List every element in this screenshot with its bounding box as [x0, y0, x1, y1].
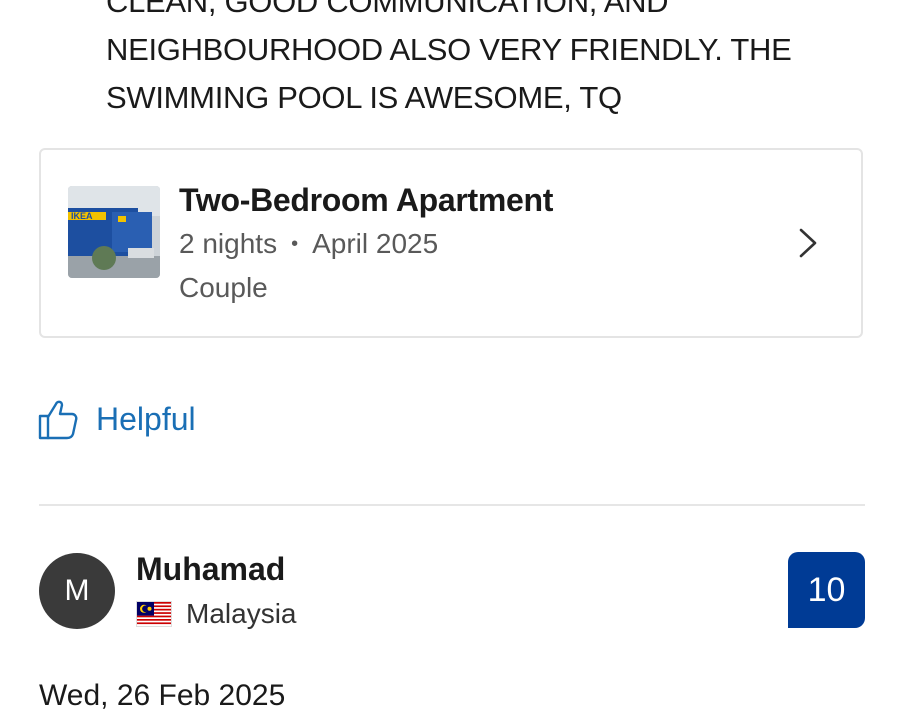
traveler-type: Couple	[179, 272, 268, 303]
review-text-line: SWIMMING POOL IS AWESOME, TQ	[106, 80, 622, 115]
stay-month: April 2025	[312, 228, 439, 259]
property-photo: IKEA	[68, 186, 160, 278]
reviewer-country: Malaysia	[136, 596, 296, 632]
meta-separator: •	[291, 233, 299, 255]
stay-info: Two-Bedroom Apartment 2 nights • April 202…	[179, 180, 553, 306]
stay-details-card[interactable]: IKEA Two-Bedroom Apartment 2 nights • Apri…	[39, 148, 863, 338]
stay-meta: 2 nights • April 2025	[179, 226, 553, 262]
malaysia-flag-icon	[136, 601, 172, 627]
review-date: Wed, 26 Feb 2025	[39, 679, 286, 712]
avatar: M	[39, 553, 115, 629]
score-badge: 10	[788, 552, 865, 628]
nights-count: 2 nights	[179, 228, 278, 259]
avatar-initial: M	[64, 574, 90, 607]
helpful-label: Helpful	[96, 401, 196, 437]
review-text-line: NEIGHBOURHOOD ALSO VERY FRIENDLY. THE	[106, 32, 792, 67]
review-score: 10	[807, 570, 846, 609]
property-thumbnail: IKEA	[68, 186, 160, 278]
divider	[39, 504, 865, 506]
room-name: Two-Bedroom Apartment	[179, 182, 554, 218]
helpful-button[interactable]: Helpful	[38, 398, 196, 440]
reviewer-name: Muhamad	[136, 551, 286, 587]
thumbs-up-icon	[38, 400, 78, 440]
review-text-line: CLEAN, GOOD COMMUNICATION, AND	[106, 0, 669, 19]
thumbnail-text: IKEA	[71, 211, 93, 221]
chevron-right-icon[interactable]	[795, 226, 821, 260]
review-text: CLEAN, GOOD COMMUNICATION, AND NEIGHBOUR…	[106, 0, 866, 122]
country-name: Malaysia	[186, 598, 297, 629]
